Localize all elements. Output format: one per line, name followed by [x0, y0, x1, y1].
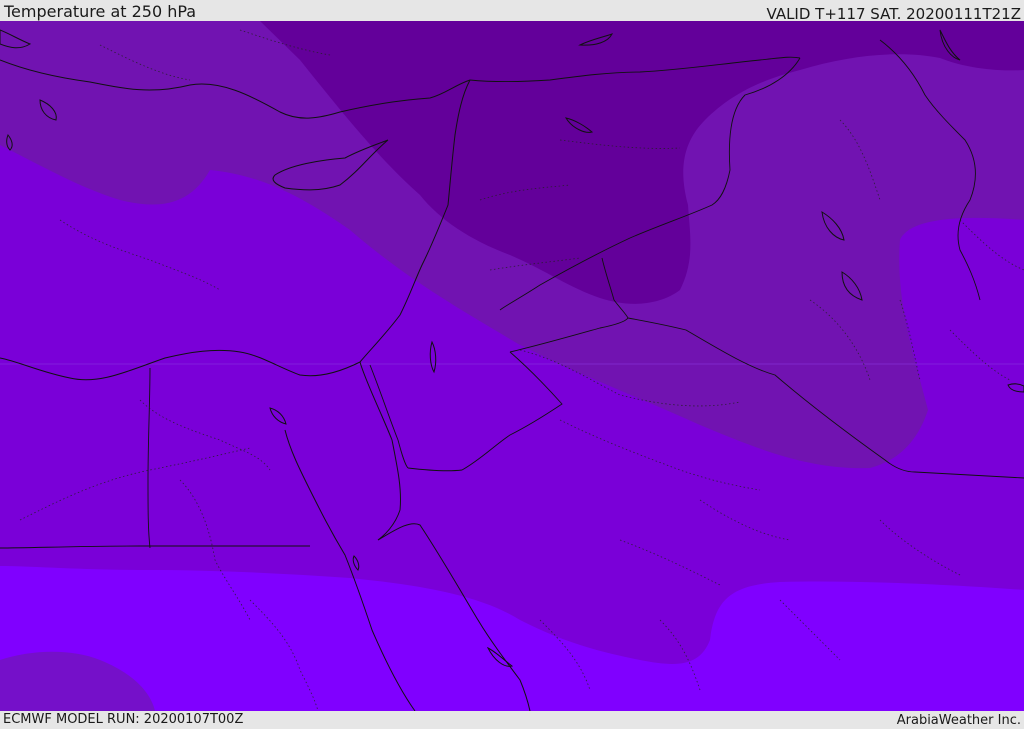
footer-bar: ECMWF MODEL RUN: 20200107T00Z ArabiaWeat…: [0, 711, 1024, 729]
header-bar: Temperature at 250 hPa VALID T+117 SAT. …: [0, 0, 1024, 23]
credit-label: ArabiaWeather Inc.: [896, 713, 1021, 728]
model-run-label: ECMWF MODEL RUN: 20200107T00Z: [3, 712, 244, 727]
map-panel: [0, 21, 1024, 711]
map-title: Temperature at 250 hPa: [4, 2, 197, 21]
temperature-map: [0, 21, 1024, 711]
